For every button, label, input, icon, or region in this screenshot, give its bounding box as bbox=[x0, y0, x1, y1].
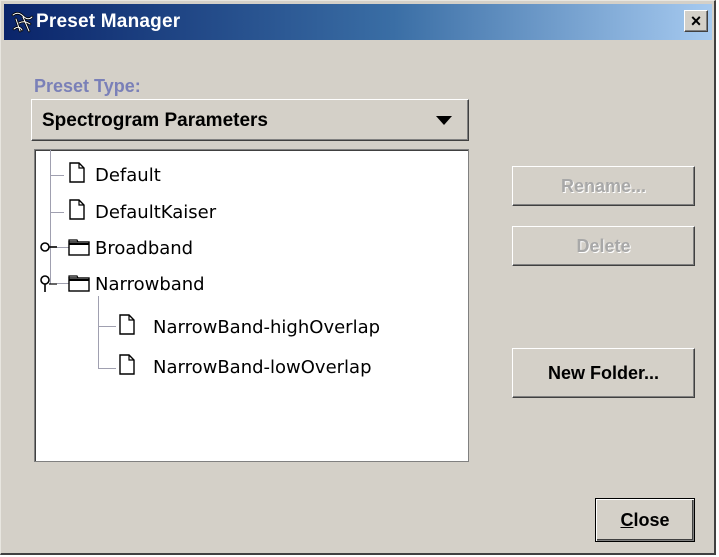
expanded-handle-icon[interactable] bbox=[39, 273, 59, 293]
tree-item-narrowband[interactable]: Narrowband bbox=[35, 269, 335, 299]
tree-item-broadband[interactable]: Broadband bbox=[35, 233, 335, 263]
tree-item-label: DefaultKaiser bbox=[95, 202, 217, 223]
preset-type-selected: Spectrogram Parameters bbox=[42, 110, 268, 131]
document-icon bbox=[69, 162, 85, 183]
close-button-label: Close bbox=[620, 510, 670, 530]
folder-icon bbox=[68, 275, 90, 292]
tree-item-narrowband-lowoverlap[interactable]: NarrowBand-lowOverlap bbox=[35, 352, 455, 382]
collapsed-handle-icon[interactable] bbox=[39, 237, 59, 257]
tree-item-label: Narrowband bbox=[95, 274, 205, 295]
app-icon bbox=[11, 11, 34, 33]
rename-button[interactable]: Rename... bbox=[512, 166, 695, 206]
delete-button[interactable]: Delete bbox=[512, 226, 695, 266]
new-folder-button[interactable]: New Folder... bbox=[512, 348, 695, 398]
close-button[interactable]: Close bbox=[595, 498, 695, 542]
tree-item-narrowband-highoverlap[interactable]: NarrowBand-highOverlap bbox=[35, 312, 455, 342]
tree-item-label: NarrowBand-highOverlap bbox=[153, 317, 381, 338]
title-bar[interactable]: Preset Manager × bbox=[4, 4, 712, 40]
document-icon bbox=[69, 199, 85, 220]
document-icon bbox=[119, 314, 135, 335]
preset-type-dropdown[interactable]: Spectrogram Parameters bbox=[31, 99, 469, 141]
preset-type-label: Preset Type: bbox=[34, 76, 141, 96]
document-icon bbox=[119, 354, 135, 375]
preset-tree[interactable]: Default DefaultKaiser Broadband Narrowba… bbox=[34, 149, 469, 462]
dropdown-arrow-icon[interactable] bbox=[436, 116, 452, 125]
folder-icon bbox=[68, 239, 90, 256]
close-icon: × bbox=[690, 11, 702, 31]
tree-item-defaultkaiser[interactable]: DefaultKaiser bbox=[35, 197, 335, 227]
tree-item-label: Broadband bbox=[95, 238, 194, 259]
tree-item-default[interactable]: Default bbox=[35, 160, 335, 190]
preset-manager-dialog: Preset Manager × Preset Type: Spectrogra… bbox=[0, 0, 716, 555]
tree-item-label: Default bbox=[95, 165, 161, 186]
tree-item-label: NarrowBand-lowOverlap bbox=[153, 357, 372, 378]
close-window-button[interactable]: × bbox=[684, 10, 708, 32]
window-title: Preset Manager bbox=[36, 11, 181, 32]
